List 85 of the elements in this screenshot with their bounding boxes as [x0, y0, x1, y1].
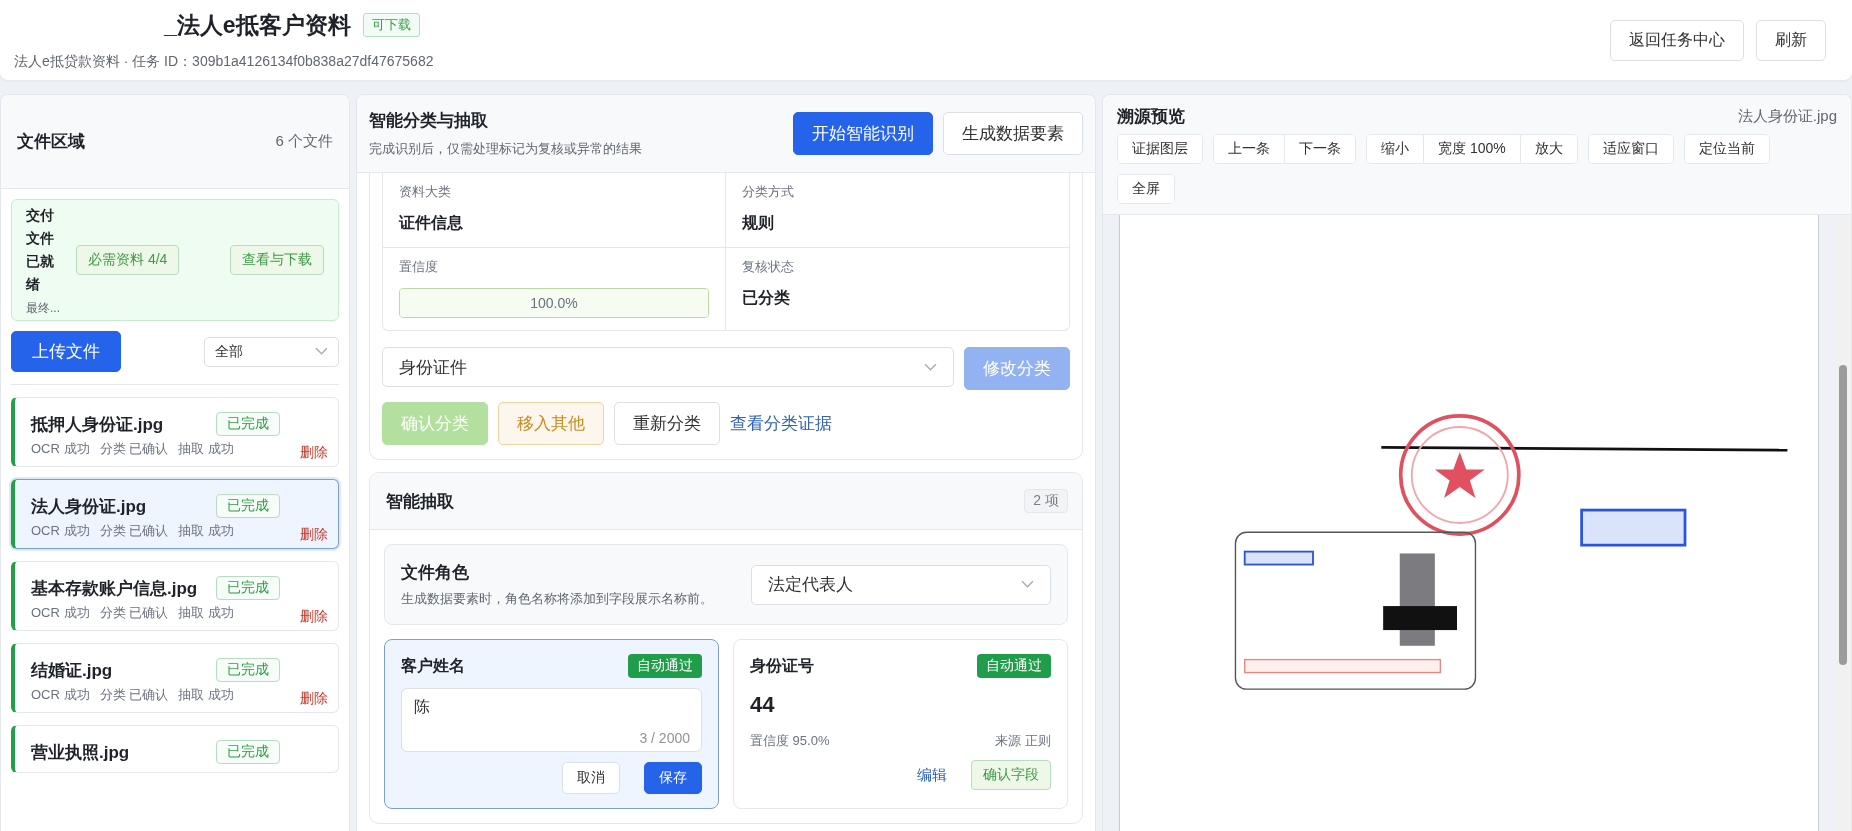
delivery-title: 交付文件已就绪 [26, 205, 55, 294]
step-status: 抽取 成功 [178, 604, 234, 622]
action-button[interactable]: 重新分类 [614, 402, 720, 445]
step-status: 分类 已确认 [99, 686, 169, 704]
toolbar-button[interactable]: 证据图层 [1118, 135, 1202, 163]
status-tag: 已完成 [216, 576, 280, 600]
toolbar-button[interactable]: 定位当前 [1684, 135, 1769, 163]
character-counter: 3 / 2000 [639, 730, 690, 746]
cancel-button[interactable]: 取消 [562, 762, 620, 794]
save-button[interactable]: 保存 [644, 762, 702, 794]
summary-label: 分类方式 [742, 183, 795, 201]
preview-file-name: 法人身份证.jpg [1737, 107, 1837, 126]
role-select[interactable]: 法定代表人 [751, 564, 1051, 605]
delivery-note: 最终... [26, 299, 60, 317]
step-status: OCR 成功 [31, 686, 90, 704]
confidence-reading: 100.0% [530, 295, 578, 311]
page-title: _法人e抵客户资料 [164, 10, 351, 40]
action-button[interactable]: 开始智能识别 [793, 112, 933, 155]
panel-subtitle: 完成识别后，仅需处理标记为复核或异常的结果 [369, 140, 642, 158]
category-select[interactable]: 身份证件 [382, 347, 954, 387]
role-title: 文件角色 [401, 562, 470, 584]
source-text: 来源 正则 [995, 732, 1051, 750]
role-hint: 生成数据要素时，角色名称将添加到字段展示名称前。 [401, 590, 713, 608]
header-button[interactable]: 返回任务中心 [1610, 19, 1744, 61]
chevron-down-icon [315, 347, 328, 356]
delete-link[interactable]: 删除 [300, 526, 328, 544]
toolbar-button[interactable]: 下一条 [1284, 135, 1355, 163]
toolbar-button[interactable]: 放大 [1519, 135, 1577, 163]
field-label: 客户姓名 [401, 655, 465, 676]
confidence-text: 置信度 95.0% [750, 732, 830, 750]
file-card[interactable]: 基本存款账户信息.jpg 已完成 OCR 成功 分类 已确认 抽取 成功 删除 [11, 561, 339, 631]
step-status: 分类 已确认 [99, 440, 169, 458]
status-tag: 已完成 [216, 494, 280, 518]
summary-label: 资料大类 [399, 183, 452, 201]
file-name: 法人身份证.jpg [31, 495, 148, 518]
step-status: 抽取 成功 [178, 522, 234, 540]
step-status: OCR 成功 [31, 522, 90, 540]
action-button[interactable]: 生成数据要素 [943, 112, 1083, 155]
step-status: 抽取 成功 [178, 686, 234, 704]
file-card[interactable]: 抵押人身份证.jpg 已完成 OCR 成功 分类 已确认 抽取 成功 删除 [11, 397, 339, 467]
chevron-down-icon [1021, 580, 1034, 589]
summary-value: 规则 [742, 213, 775, 233]
panel-title: 智能分类与抽取 [369, 110, 489, 132]
field-value: 44 [750, 692, 776, 718]
file-name: 抵押人身份证.jpg [31, 413, 165, 436]
file-card[interactable]: 法人身份证.jpg 已完成 OCR 成功 分类 已确认 抽取 成功 删除 [11, 479, 339, 549]
filter-select[interactable]: 全部 [204, 336, 339, 367]
delete-link[interactable]: 删除 [300, 444, 328, 462]
toolbar-button[interactable]: 全屏 [1118, 175, 1174, 203]
upload-button[interactable]: 上传文件 [11, 331, 121, 372]
delete-link[interactable]: 删除 [300, 690, 328, 708]
item-count-tag: 2 项 [1024, 489, 1068, 513]
toolbar-button[interactable]: 适应窗口 [1588, 135, 1673, 163]
status-tag: 可下载 [362, 13, 420, 37]
file-name: 结婚证.jpg [31, 659, 114, 682]
summary-value: 证件信息 [399, 213, 464, 233]
step-status: 抽取 成功 [178, 440, 234, 458]
summary-label: 复核状态 [742, 258, 795, 276]
panel-title: 溯源预览 [1117, 106, 1185, 128]
step-status: 分类 已确认 [99, 604, 169, 622]
summary-value: 已分类 [742, 288, 791, 308]
file-name: 基本存款账户信息.jpg [31, 577, 199, 600]
step-status: OCR 成功 [31, 440, 90, 458]
edit-link[interactable]: 编辑 [917, 765, 947, 785]
required-count-tag: 必需资料 4/4 [76, 245, 180, 275]
status-tag: 自动通过 [977, 654, 1051, 678]
file-name: 营业执照.jpg [31, 741, 131, 764]
status-tag: 已完成 [216, 412, 280, 436]
task-subtitle: 法人e抵贷款资料 · 任务 ID：309b1a4126134f0b838a27df47675682 [14, 52, 434, 71]
evidence-link[interactable]: 查看分类证据 [730, 412, 832, 435]
delete-link[interactable]: 删除 [300, 608, 328, 626]
file-card[interactable]: 结婚证.jpg 已完成 OCR 成功 分类 已确认 抽取 成功 删除 [11, 643, 339, 713]
panel-title: 文件区域 [17, 131, 85, 153]
step-status: 分类 已确认 [99, 522, 169, 540]
file-card[interactable]: 营业执照.jpg 已完成 [11, 725, 339, 773]
chevron-down-icon [924, 362, 937, 372]
header-button[interactable]: 刷新 [1756, 19, 1826, 61]
file-count: 6 个文件 [275, 132, 333, 151]
status-tag: 已完成 [216, 658, 280, 682]
field-label: 身份证号 [750, 655, 814, 676]
section-title: 智能抽取 [386, 490, 454, 513]
status-tag: 自动通过 [628, 654, 702, 678]
status-tag: 已完成 [216, 740, 280, 764]
step-status: OCR 成功 [31, 604, 90, 622]
summary-label: 置信度 [399, 258, 439, 276]
